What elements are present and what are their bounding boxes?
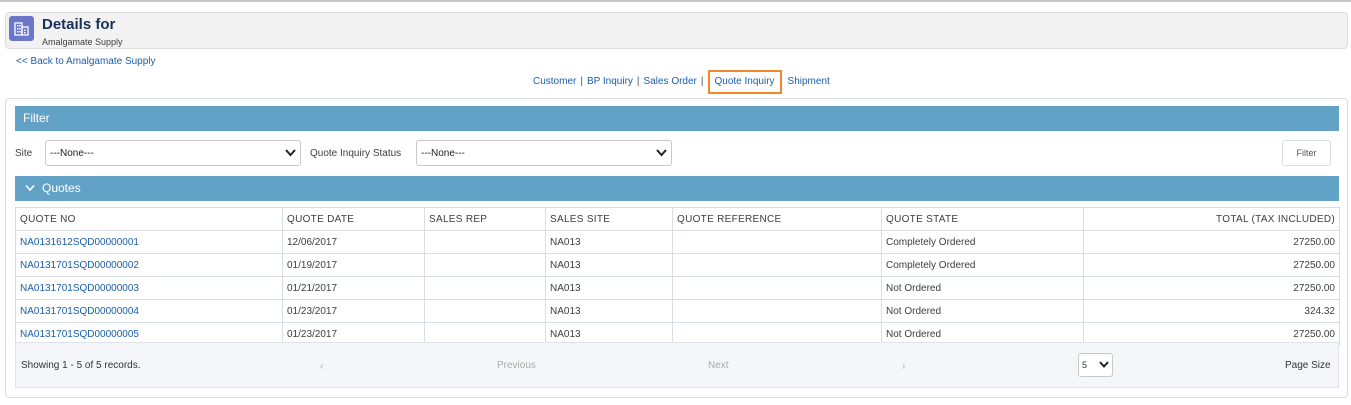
page-size-value: 5 [1082, 360, 1088, 370]
quote-date-cell: 01/23/2017 [282, 299, 425, 323]
page-subtitle: Amalgamate Supply [42, 37, 123, 47]
nav-customer[interactable]: Customer [533, 76, 576, 87]
quote-state-cell: Completely Ordered [881, 230, 1084, 254]
chevron-down-icon [1099, 361, 1109, 368]
related-nav: Customer | BP Inquiry | Sales Order | Quote In… [533, 70, 830, 94]
page-size-label: Page Size [1285, 360, 1331, 371]
sales-site-cell: NA013 [545, 253, 673, 277]
quote-state-cell: Not Ordered [881, 276, 1084, 300]
sales-rep-cell [424, 230, 546, 254]
table-row: NA0131701SQD00000004 01/23/2017 NA013 No… [15, 299, 1340, 323]
quote-date-cell: 01/19/2017 [282, 253, 425, 277]
quote-reference-cell [672, 230, 882, 254]
top-border [0, 0, 1351, 2]
col-quote-date[interactable]: QUOTE DATE [282, 207, 425, 231]
sales-rep-cell [424, 299, 546, 323]
col-sales-rep[interactable]: SALES REP [424, 207, 546, 231]
page-size-select[interactable]: 5 [1078, 353, 1113, 377]
table-header-row: QUOTE NO QUOTE DATE SALES REP SALES SITE… [15, 207, 1340, 231]
col-quote-state[interactable]: QUOTE STATE [881, 207, 1084, 231]
total-cell: 324.32 [1083, 299, 1340, 323]
quote-no-link[interactable]: NA0131701SQD00000002 [15, 253, 283, 277]
building-icon [9, 16, 34, 41]
site-select[interactable]: ---None--- [45, 140, 301, 166]
table-row: NA0131612SQD00000001 12/06/2017 NA013 Co… [15, 230, 1340, 254]
filter-title: Filter [23, 111, 50, 125]
quote-no-link[interactable]: NA0131701SQD00000004 [15, 299, 283, 323]
col-quote-reference[interactable]: QUOTE REFERENCE [672, 207, 882, 231]
table-row: NA0131701SQD00000002 01/19/2017 NA013 Co… [15, 253, 1340, 277]
quote-no-link[interactable]: NA0131701SQD00000003 [15, 276, 283, 300]
quote-state-cell: Completely Ordered [881, 253, 1084, 277]
col-sales-site[interactable]: SALES SITE [545, 207, 673, 231]
quotes-title: Quotes [42, 181, 81, 195]
nav-sales-order[interactable]: Sales Order [644, 76, 697, 87]
nav-bp-inquiry[interactable]: BP Inquiry [587, 76, 633, 87]
page-header: Details for Amalgamate Supply [5, 12, 1348, 49]
sales-rep-cell [424, 276, 546, 300]
quote-date-cell: 01/21/2017 [282, 276, 425, 300]
nav-separator: | [700, 76, 704, 87]
previous-button[interactable]: Previous [497, 360, 536, 371]
quote-status-label: Quote Inquiry Status [310, 148, 402, 159]
nav-separator: | [580, 76, 583, 87]
table-row: NA0131701SQD00000003 01/21/2017 NA013 No… [15, 276, 1340, 300]
col-total[interactable]: TOTAL (TAX INCLUDED) [1083, 207, 1340, 231]
total-cell: 27250.00 [1083, 230, 1340, 254]
sales-site-cell: NA013 [545, 230, 673, 254]
quote-no-link[interactable]: NA0131612SQD00000001 [15, 230, 283, 254]
records-info: Showing 1 - 5 of 5 records. [21, 360, 141, 371]
quote-status-select[interactable]: ---None--- [416, 140, 672, 166]
pagination-bar: Showing 1 - 5 of 5 records. ‹ Previous N… [15, 342, 1339, 388]
quotes-section-header[interactable]: Quotes [15, 176, 1339, 201]
nav-quote-inquiry[interactable]: Quote Inquiry [707, 70, 782, 94]
nav-separator: | [636, 76, 640, 87]
sales-site-cell: NA013 [545, 276, 673, 300]
quote-reference-cell [672, 253, 882, 277]
quotes-table: QUOTE NO QUOTE DATE SALES REP SALES SITE… [15, 207, 1340, 346]
chevron-down-icon [285, 149, 296, 157]
chevron-down-icon[interactable] [25, 184, 35, 192]
total-cell: 27250.00 [1083, 253, 1340, 277]
quote-status-select-value: ---None--- [421, 148, 465, 159]
chevron-right-icon[interactable]: › [902, 361, 905, 372]
quote-date-cell: 12/06/2017 [282, 230, 425, 254]
site-label: Site [15, 148, 33, 159]
filter-section-header: Filter [15, 106, 1339, 131]
col-quote-no[interactable]: QUOTE NO [15, 207, 283, 231]
back-link[interactable]: << Back to Amalgamate Supply [16, 56, 156, 67]
quote-state-cell: Not Ordered [881, 299, 1084, 323]
sales-rep-cell [424, 253, 546, 277]
site-select-value: ---None--- [50, 148, 94, 159]
sales-site-cell: NA013 [545, 299, 673, 323]
next-button[interactable]: Next [708, 360, 729, 371]
chevron-down-icon [656, 149, 667, 157]
quote-reference-cell [672, 299, 882, 323]
nav-shipment[interactable]: Shipment [788, 76, 830, 87]
page-title: Details for [42, 16, 116, 33]
chevron-left-icon[interactable]: ‹ [320, 361, 323, 372]
total-cell: 27250.00 [1083, 276, 1340, 300]
quote-reference-cell [672, 276, 882, 300]
filter-button[interactable]: Filter [1282, 140, 1331, 166]
